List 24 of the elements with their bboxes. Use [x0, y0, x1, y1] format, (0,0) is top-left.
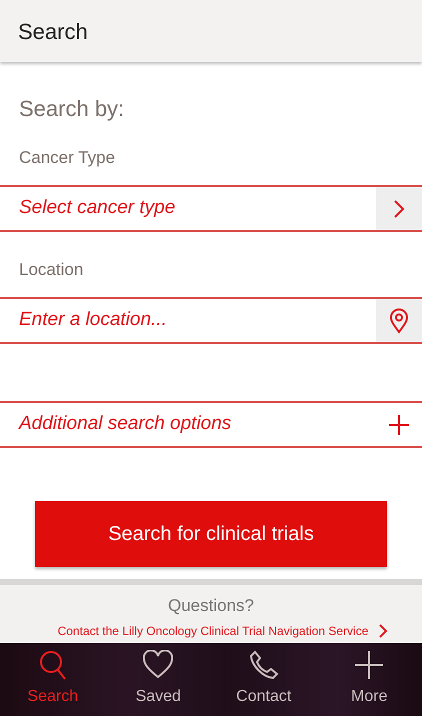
location-button[interactable] — [376, 299, 422, 342]
field-label: Cancer Type — [18, 147, 116, 168]
nav-tab[interactable]: More — [316, 643, 422, 716]
chevron-right-icon — [378, 622, 388, 638]
search-icon — [38, 650, 68, 680]
additional-options-toggle[interactable]: Additional search options — [0, 403, 376, 446]
location-field[interactable]: Enter a location... — [0, 299, 376, 342]
section-heading: Search by: — [18, 95, 126, 123]
chevron-button[interactable] — [376, 187, 422, 230]
search-button[interactable]: Search for clinical trials — [35, 501, 387, 567]
cancer-type-select[interactable]: Select cancer type — [0, 187, 376, 230]
plus-icon — [354, 650, 384, 680]
contact-link[interactable]: Contact the Lilly Oncology Clinical Trial Navigation Service — [58, 622, 388, 640]
nav-tab[interactable]: Search — [0, 643, 106, 716]
map-pin-icon — [389, 308, 409, 334]
chevron-right-icon — [392, 198, 406, 220]
field-label: Location — [18, 259, 84, 280]
nav-tab[interactable]: Contact — [211, 643, 316, 716]
plus-icon — [388, 414, 410, 436]
heart-icon — [143, 650, 174, 680]
nav-tab[interactable]: Saved — [106, 643, 211, 716]
questions-title: Questions? — [168, 595, 254, 617]
page-title: Search — [18, 18, 88, 46]
phone-icon — [248, 650, 279, 680]
